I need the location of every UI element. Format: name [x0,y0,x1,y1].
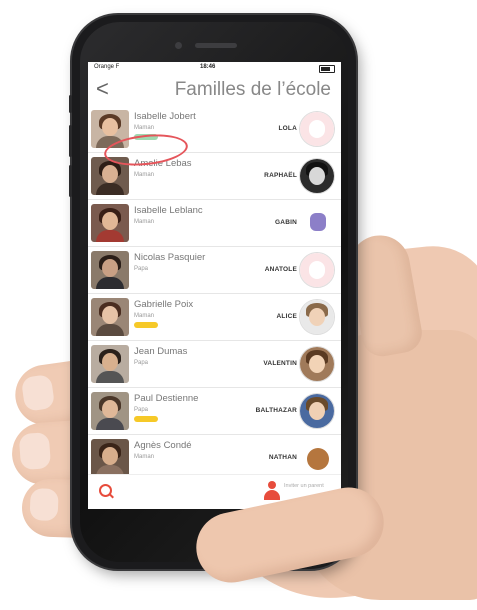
child-name: ALICE [276,313,297,320]
back-button[interactable]: < [96,76,109,102]
status-tag [134,416,158,422]
child-avatar [301,440,335,474]
status-tag [134,322,158,328]
earpiece-speaker [195,43,237,48]
parent-avatar [91,204,129,242]
child-avatar [299,393,335,429]
family-row[interactable]: Gabrielle Poix Maman ALICE [88,294,341,341]
child-name: ANATOLE [264,266,297,273]
status-bar: Orange F 18:46 [88,62,341,74]
parent-avatar [91,298,129,336]
parent-avatar [91,345,129,383]
parent-role: Maman [134,172,155,178]
status-time: 18:46 [200,64,216,70]
parent-role: Maman [134,219,155,225]
child-avatar [299,111,335,147]
parent-avatar [91,439,129,477]
scene: Orange F 18:46 < Familles de l’école Isa… [0,0,477,610]
child-name: RAPHAËL [264,172,297,179]
parent-role: Papa [134,407,149,413]
phone-screen: Orange F 18:46 < Familles de l’école Isa… [88,62,341,509]
child-name: LOLA [278,125,297,132]
family-row[interactable]: Jean Dumas Papa VALENTIN [88,341,341,388]
battery-icon [319,65,335,73]
parent-role: Papa [134,360,149,366]
page-title: Familles de l’école [174,79,331,100]
parent-avatar [91,392,129,430]
child-name: NATHAN [268,454,297,461]
parent-name: Isabelle Jobert [134,111,196,122]
parent-name: Gabrielle Poix [134,299,194,310]
mute-switch [69,95,72,113]
person-add-icon[interactable] [264,481,280,501]
child-name: BALTHAZAR [255,407,297,414]
parent-name: Nicolas Pasquier [134,252,206,263]
parent-name: Agnès Condé [134,440,192,451]
child-avatar [299,158,335,194]
parent-avatar [91,251,129,289]
family-row[interactable]: Isabelle Leblanc Maman GABIN [88,200,341,247]
child-avatar [299,346,335,382]
child-name: VALENTIN [263,360,297,367]
search-icon[interactable] [99,484,112,497]
family-row[interactable]: Nicolas Pasquier Papa ANATOLE [88,247,341,294]
child-avatar [299,252,335,288]
parent-name: Paul Destienne [134,393,199,404]
parent-role: Papa [134,266,149,272]
parent-role: Maman [134,125,155,131]
family-row[interactable]: Paul Destienne Papa BALTHAZAR [88,388,341,435]
volume-down-button [69,165,72,197]
volume-up-button [69,125,72,157]
child-avatar [301,205,335,239]
parent-role: Maman [134,313,155,319]
child-avatar [299,299,335,335]
parent-name: Isabelle Leblanc [134,205,203,216]
child-name: GABIN [275,219,297,226]
front-camera [175,42,182,49]
parent-name: Jean Dumas [134,346,188,357]
carrier-label: Orange F [94,64,120,70]
nav-bar: < Familles de l’école [88,74,341,106]
invite-parent-label[interactable]: Inviter un parent [284,483,324,490]
parent-role: Maman [134,454,155,460]
